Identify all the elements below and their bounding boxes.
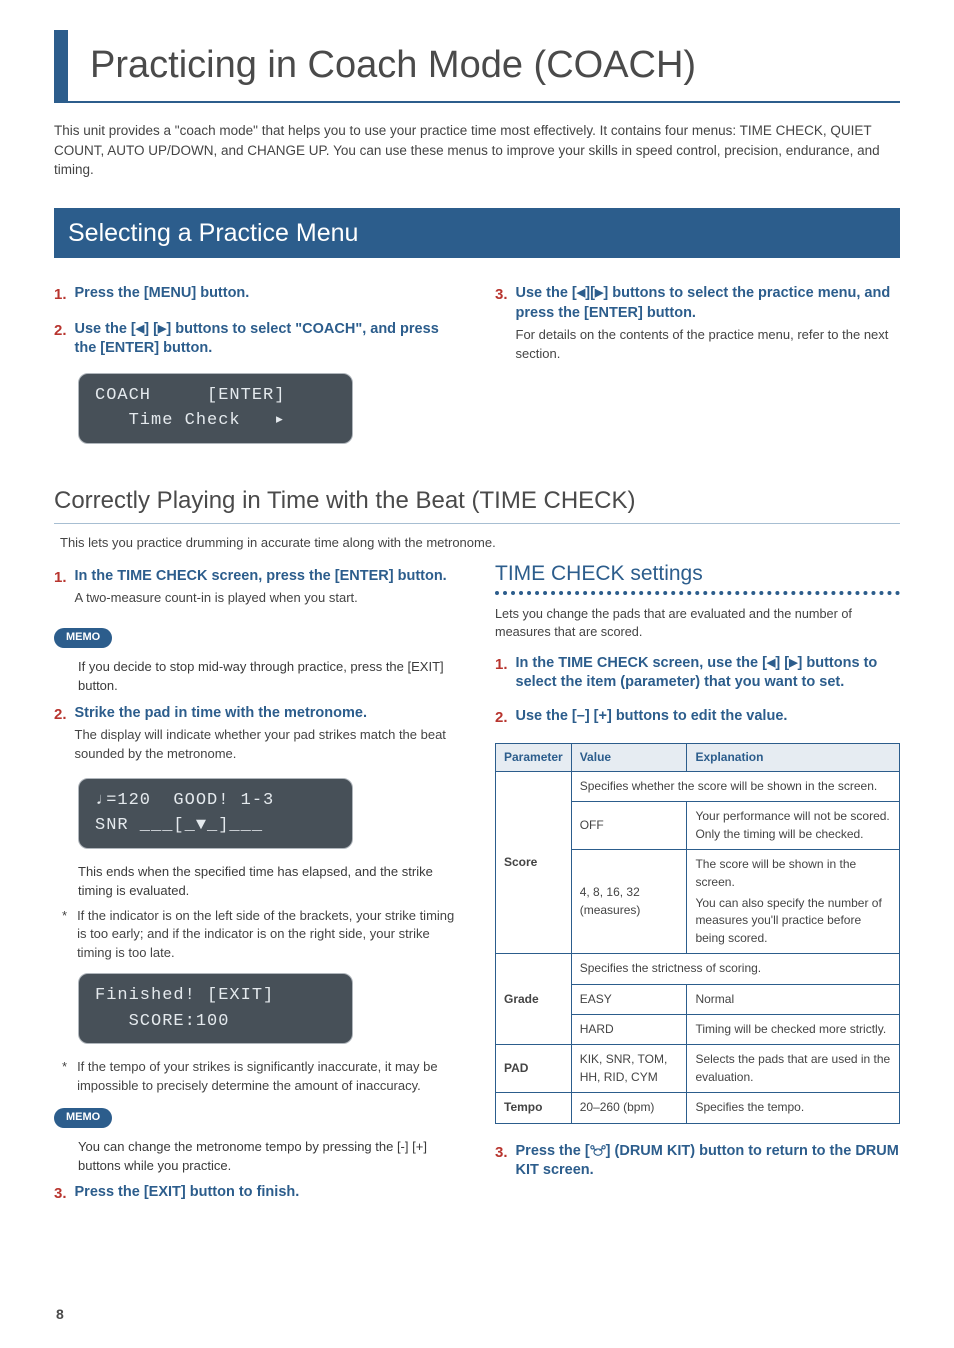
pad-expl: Selects the pads that are used in the ev… [687, 1045, 900, 1093]
asterisk-note-2: * If the tempo of your strikes is signif… [62, 1058, 459, 1096]
table-row: Score Specifies whether the score will b… [496, 772, 900, 802]
step-3-detail: For details on the contents of the pract… [516, 326, 900, 364]
tc-step-2: 2. Strike the pad in time with the metro… [54, 704, 459, 764]
step-2-text: Use the [◀] [▶] buttons to select "COACH… [75, 320, 459, 359]
memo-badge: MEMO [54, 628, 112, 648]
left-arrow-icon: ◀ [136, 323, 144, 335]
step-number: 1. [54, 284, 67, 306]
set-step-3: 3. Press the [] (DRUM KIT) button to ret… [495, 1142, 900, 1181]
asterisk-note-1: * If the indicator is on the left side o… [62, 907, 459, 964]
memo-2-text: You can change the metronome tempo by pr… [78, 1138, 459, 1176]
grade-desc: Specifies the strictness of scoring. [571, 954, 899, 984]
asterisk-icon: * [62, 1058, 67, 1096]
step-1-text: Press the [MENU] button. [75, 284, 459, 304]
grade-hard-value: HARD [571, 1014, 687, 1044]
grade-hard-expl: Timing will be checked more strictly. [687, 1014, 900, 1044]
step-number: 3. [54, 1183, 67, 1205]
asterisk-icon: * [62, 907, 67, 964]
step-number: 2. [495, 707, 508, 729]
table-row: Grade Specifies the strictness of scorin… [496, 954, 900, 984]
tc-step-1: 1. In the TIME CHECK screen, press the [… [54, 567, 459, 608]
set-step-2: 2. Use the [–] [+] buttons to edit the v… [495, 707, 900, 729]
tc-step-2-text: Strike the pad in time with the metronom… [75, 704, 459, 724]
param-pad: PAD [496, 1045, 572, 1093]
step-2: 2. Use the [◀] [▶] buttons to select "CO… [54, 320, 459, 359]
tc-step-1-text: In the TIME CHECK screen, press the [ENT… [75, 567, 459, 587]
section-selecting-practice-menu: Selecting a Practice Menu [54, 208, 900, 258]
score-meas-expl: The score will be shown in the screen. Y… [687, 850, 900, 954]
score-off-expl: Your performance will not be scored. Onl… [687, 802, 900, 850]
step-number: 2. [54, 704, 67, 764]
section-time-check: Correctly Playing in Time with the Beat … [54, 484, 900, 524]
th-explanation: Explanation [687, 743, 900, 771]
lcd-display-coach: COACH [ENTER] Time Check ▸ [78, 373, 353, 444]
tc-step-2-detail: The display will indicate whether your p… [75, 726, 459, 764]
page-number: 8 [56, 1304, 64, 1324]
step-3: 3. Use the [◀][▶] buttons to select the … [495, 284, 900, 364]
score-desc: Specifies whether the score will be show… [571, 772, 899, 802]
set-step-3-text: Press the [] (DRUM KIT) button to return… [516, 1142, 900, 1181]
score-meas-value: 4, 8, 16, 32 (measures) [571, 850, 687, 954]
lcd-display-finished: Finished! [EXIT] SCORE:100 [78, 973, 353, 1044]
table-row: Tempo 20–260 (bpm) Specifies the tempo. [496, 1093, 900, 1123]
score-off-value: OFF [571, 802, 687, 850]
time-check-settings-heading: TIME CHECK settings [495, 559, 900, 595]
param-score: Score [496, 772, 572, 954]
table-row: PAD KIK, SNR, TOM, HH, RID, CYM Selects … [496, 1045, 900, 1093]
set-step-2-text: Use the [–] [+] buttons to edit the valu… [516, 707, 900, 727]
right-arrow-icon: ▶ [789, 657, 797, 669]
th-value: Value [571, 743, 687, 771]
intro-paragraph: This unit provides a "coach mode" that h… [54, 121, 900, 180]
step-number: 1. [54, 567, 67, 608]
page-title: Practicing in Coach Mode (COACH) [54, 30, 900, 103]
memo-1-text: If you decide to stop mid-way through pr… [78, 658, 459, 696]
step-number: 1. [495, 654, 508, 693]
settings-desc: Lets you change the pads that are evalua… [495, 605, 900, 642]
step-1: 1. Press the [MENU] button. [54, 284, 459, 306]
param-tempo: Tempo [496, 1093, 572, 1123]
tc-step-1-detail: A two-measure count-in is played when yo… [75, 589, 459, 608]
lcd-display-good: ♩=120 GOOD! 1-3 SNR ___[_▼_]___ [78, 778, 353, 849]
memo-badge: MEMO [54, 1108, 112, 1128]
step-number: 2. [54, 320, 67, 359]
tc-step-3-text: Press the [EXIT] button to finish. [75, 1183, 459, 1203]
tc-step-3: 3. Press the [EXIT] button to finish. [54, 1183, 459, 1205]
step-3-text: Use the [◀][▶] buttons to select the pra… [516, 284, 900, 323]
set-step-1: 1. In the TIME CHECK screen, use the [◀]… [495, 654, 900, 693]
parameter-table: Parameter Value Explanation Score Specif… [495, 743, 900, 1124]
note-end: This ends when the specified time has el… [78, 863, 459, 901]
param-grade: Grade [496, 954, 572, 1045]
set-step-1-text: In the TIME CHECK screen, use the [◀] [▶… [516, 654, 900, 693]
drum-kit-icon [590, 1144, 606, 1157]
pad-value: KIK, SNR, TOM, HH, RID, CYM [571, 1045, 687, 1093]
time-check-desc: This lets you practice drumming in accur… [60, 534, 900, 553]
step-number: 3. [495, 284, 508, 364]
step-number: 3. [495, 1142, 508, 1181]
tempo-value: 20–260 (bpm) [571, 1093, 687, 1123]
th-parameter: Parameter [496, 743, 572, 771]
left-arrow-icon: ◀ [577, 287, 585, 299]
tempo-expl: Specifies the tempo. [687, 1093, 900, 1123]
grade-easy-expl: Normal [687, 984, 900, 1014]
grade-easy-value: EASY [571, 984, 687, 1014]
